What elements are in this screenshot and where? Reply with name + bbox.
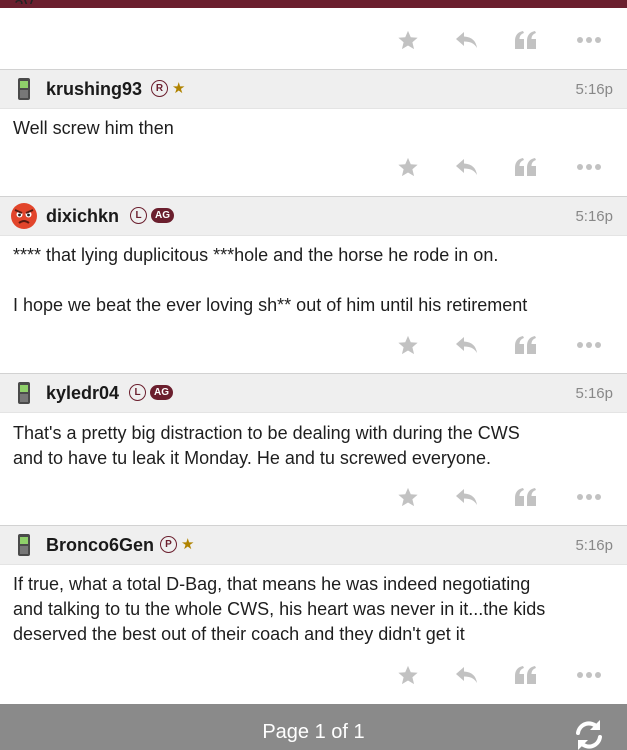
star-badge: ★ <box>181 536 195 553</box>
reply-icon[interactable] <box>447 325 487 365</box>
reply-icon[interactable] <box>447 147 487 187</box>
username[interactable]: dixichkn <box>46 205 119 227</box>
post: dixichkn L AG 5:16p **** that lying dupl… <box>0 196 627 374</box>
username[interactable]: krushing93 <box>46 78 142 100</box>
user-badges: L AG <box>129 384 173 401</box>
username[interactable]: Bronco6Gen <box>46 534 154 556</box>
star-icon[interactable] <box>388 147 428 187</box>
more-icon[interactable] <box>569 325 609 365</box>
post-body: If true, what a total D-Bag, that means … <box>13 572 613 647</box>
post-line: That's a pretty big distraction to be de… <box>13 423 520 443</box>
post-line: I hope we beat the ever loving sh** out … <box>13 295 528 315</box>
reply-icon[interactable] <box>447 20 487 60</box>
post-line: Well screw him then <box>13 118 174 138</box>
phone-icon <box>10 531 38 559</box>
user-badges: L AG <box>130 207 174 224</box>
post-actions <box>0 655 627 695</box>
post-line-blank <box>13 268 613 293</box>
post-actions <box>0 325 627 365</box>
post-time: 5:16p <box>575 537 613 554</box>
angry-face-icon <box>10 202 38 230</box>
post-time: 5:16p <box>575 385 613 402</box>
previous-post-text: ay <box>14 0 33 4</box>
rank-badge: R <box>151 80 168 97</box>
star-badge: ★ <box>172 80 186 97</box>
post: krushing93 R ★ 5:16p Well screw him then <box>0 69 627 197</box>
post-time: 5:16p <box>575 81 613 98</box>
star-icon[interactable] <box>388 655 428 695</box>
star-icon[interactable] <box>388 325 428 365</box>
post-line: and talking to tu the whole CWS, his hea… <box>13 599 546 619</box>
ag-badge: AG <box>150 385 173 400</box>
post: kyledr04 L AG 5:16p That's a pretty big … <box>0 373 627 526</box>
username[interactable]: kyledr04 <box>46 382 119 404</box>
ag-badge: AG <box>151 208 174 223</box>
post-header: Bronco6Gen P ★ 5:16p <box>0 525 627 565</box>
rank-badge: L <box>129 384 146 401</box>
post-line: **** that lying duplicitous ***hole and … <box>13 245 499 265</box>
post-line: deserved the best out of their coach and… <box>13 624 465 644</box>
quote-icon[interactable] <box>506 147 546 187</box>
post-time: 5:16p <box>575 208 613 225</box>
post-header: dixichkn L AG 5:16p <box>0 196 627 236</box>
post: Bronco6Gen P ★ 5:16p If true, what a tot… <box>0 525 627 704</box>
star-icon[interactable] <box>388 477 428 517</box>
post-line: and to have tu leak it Monday. He and tu… <box>13 448 491 468</box>
pagination-footer: Page 1 of 1 <box>0 704 627 750</box>
quote-icon[interactable] <box>506 655 546 695</box>
more-icon[interactable] <box>569 655 609 695</box>
post-actions-previous <box>0 20 627 60</box>
refresh-icon[interactable] <box>570 716 608 750</box>
post-body: Well screw him then <box>13 116 613 141</box>
post-body: That's a pretty big distraction to be de… <box>13 421 613 471</box>
post-actions <box>0 477 627 517</box>
more-icon[interactable] <box>569 477 609 517</box>
star-icon[interactable] <box>388 20 428 60</box>
phone-icon <box>10 75 38 103</box>
top-brand-bar <box>0 0 627 8</box>
rank-badge: P <box>160 536 177 553</box>
quote-icon[interactable] <box>506 20 546 60</box>
reply-icon[interactable] <box>447 477 487 517</box>
reply-icon[interactable] <box>447 655 487 695</box>
post-header: kyledr04 L AG 5:16p <box>0 373 627 413</box>
more-icon[interactable] <box>569 147 609 187</box>
quote-icon[interactable] <box>506 477 546 517</box>
quote-icon[interactable] <box>506 325 546 365</box>
phone-icon <box>10 379 38 407</box>
post-header: krushing93 R ★ 5:16p <box>0 69 627 109</box>
page-indicator[interactable]: Page 1 of 1 <box>0 721 627 744</box>
user-badges: R ★ <box>151 80 185 97</box>
post-actions <box>0 147 627 187</box>
post-body: **** that lying duplicitous ***hole and … <box>13 243 613 318</box>
more-icon[interactable] <box>569 20 609 60</box>
rank-badge: L <box>130 207 147 224</box>
user-badges: P ★ <box>160 536 194 553</box>
post-line: If true, what a total D-Bag, that means … <box>13 574 531 594</box>
